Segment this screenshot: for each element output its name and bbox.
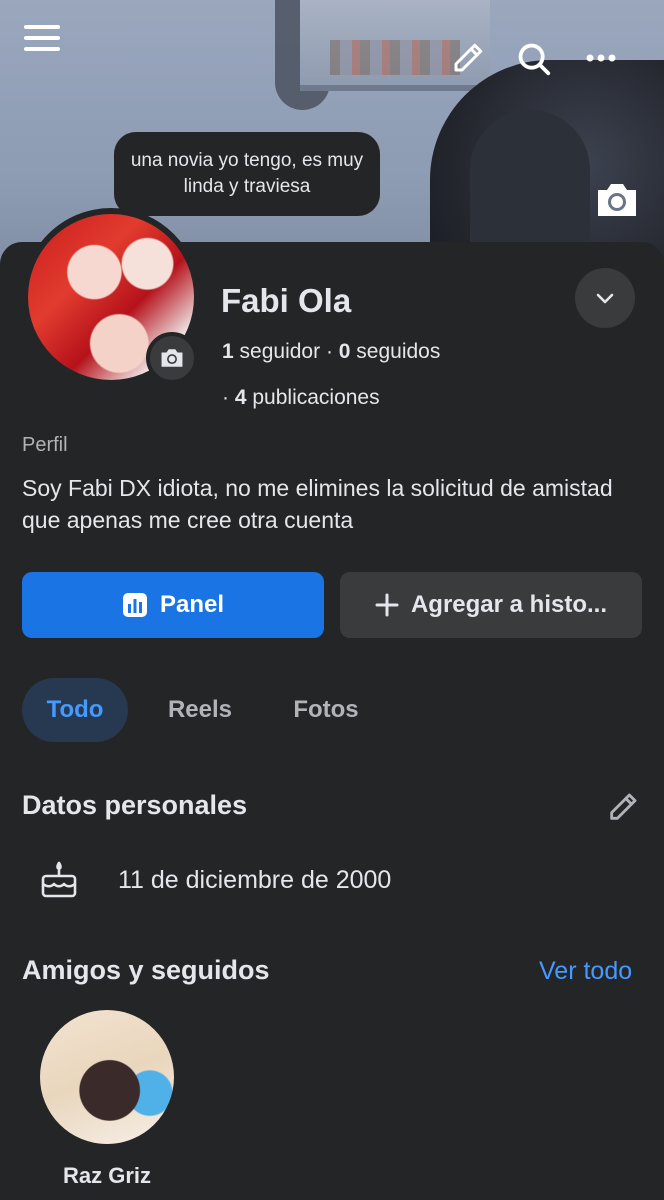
note-bubble[interactable]: una novia yo tengo, es muy linda y travi… bbox=[114, 132, 380, 216]
chevron-down-icon bbox=[596, 293, 614, 304]
personal-details-title: Datos personales bbox=[22, 790, 248, 820]
edit-details-icon[interactable] bbox=[606, 790, 640, 829]
note-text: una novia yo tengo, es muy linda y travi… bbox=[130, 150, 364, 197]
more-options-icon[interactable] bbox=[585, 48, 617, 73]
separator-dot: · bbox=[325, 340, 339, 363]
following-count[interactable]: 0 bbox=[339, 340, 351, 363]
panel-button[interactable]: Panel bbox=[22, 572, 324, 638]
birthday-cake-icon bbox=[40, 860, 78, 905]
edit-profile-icon[interactable] bbox=[450, 40, 486, 81]
dashboard-icon bbox=[122, 592, 148, 618]
profile-category: Perfil bbox=[22, 434, 68, 456]
plus-icon bbox=[375, 593, 399, 617]
tab-fotos[interactable]: Fotos bbox=[276, 678, 376, 742]
posts-stats: · 4 publicaciones bbox=[222, 386, 380, 410]
following-label[interactable]: seguidos bbox=[356, 340, 440, 363]
posts-count: 4 bbox=[234, 386, 247, 409]
cover-camera-icon[interactable] bbox=[594, 180, 640, 220]
search-icon[interactable] bbox=[515, 40, 553, 83]
friend-name[interactable]: Raz Griz bbox=[40, 1163, 174, 1189]
avatar-camera-icon[interactable] bbox=[146, 332, 198, 384]
followers-count[interactable]: 1 bbox=[222, 340, 234, 363]
profile-name: Fabi Ola bbox=[221, 282, 352, 319]
cover-chair-back bbox=[470, 110, 590, 250]
posts-label: publicaciones bbox=[252, 386, 380, 409]
followers-label[interactable]: seguidor bbox=[240, 340, 321, 363]
separator-dot: · bbox=[222, 386, 235, 409]
follow-stats: 1 seguidor · 0 seguidos bbox=[222, 340, 440, 364]
profile-dropdown-button[interactable] bbox=[575, 268, 635, 328]
tab-reels[interactable]: Reels bbox=[150, 678, 250, 742]
add-story-button[interactable]: Agregar a histo... bbox=[340, 572, 642, 638]
add-story-label: Agregar a histo... bbox=[410, 591, 608, 618]
menu-icon[interactable] bbox=[24, 20, 64, 60]
birthday-text: 11 de diciembre de 2000 bbox=[118, 866, 392, 894]
friend-avatar[interactable] bbox=[40, 1010, 174, 1144]
tab-todo[interactable]: Todo bbox=[22, 678, 128, 742]
friends-title: Amigos y seguidos bbox=[22, 955, 270, 985]
profile-bio: Soy Fabi DX idiota, no me elimines la so… bbox=[22, 475, 613, 533]
panel-label: Panel bbox=[159, 591, 225, 618]
see-all-friends-link[interactable]: Ver todo bbox=[539, 957, 632, 986]
cover-toys bbox=[330, 40, 460, 75]
